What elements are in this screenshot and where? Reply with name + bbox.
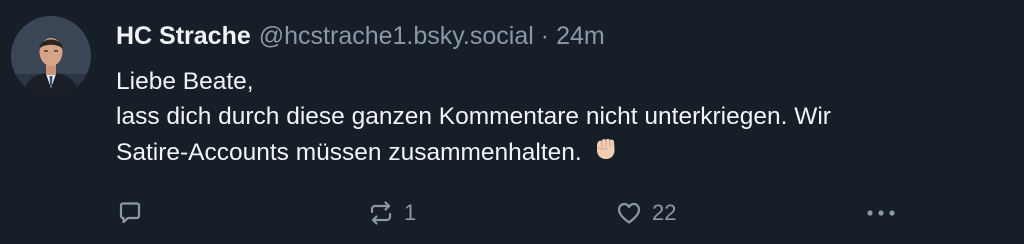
more-options-button[interactable] <box>862 196 902 230</box>
heart-icon <box>617 202 641 224</box>
post-content: HC Strache @hcstrache1.bsky.social · 24m… <box>116 14 1004 172</box>
post[interactable]: HC Strache @hcstrache1.bsky.social · 24m… <box>0 0 1024 244</box>
reply-icon <box>119 202 141 224</box>
profile-photo-icon <box>11 16 91 96</box>
post-actions: 1 22 <box>0 196 1024 230</box>
like-count: 22 <box>652 200 677 225</box>
author-display-name[interactable]: HC Strache <box>116 14 251 58</box>
author-handle[interactable]: @hcstrache1.bsky.social <box>259 14 534 58</box>
repost-icon <box>370 201 392 225</box>
header-separator: · <box>540 22 550 50</box>
author-avatar[interactable] <box>11 16 91 96</box>
post-header: HC Strache @hcstrache1.bsky.social · 24m <box>116 14 1004 58</box>
more-icon <box>867 210 895 216</box>
raised-fist-emoji-icon <box>592 134 620 172</box>
post-timestamp[interactable]: 24m <box>556 14 605 58</box>
like-button[interactable]: 22 <box>614 196 676 230</box>
repost-count: 1 <box>404 200 417 225</box>
post-text: Liebe Beate, lass dich durch diese ganze… <box>116 64 1004 172</box>
repost-button[interactable]: 1 <box>366 196 416 230</box>
post-body: Liebe Beate, lass dich durch diese ganze… <box>116 68 831 166</box>
reply-button[interactable] <box>115 196 153 230</box>
